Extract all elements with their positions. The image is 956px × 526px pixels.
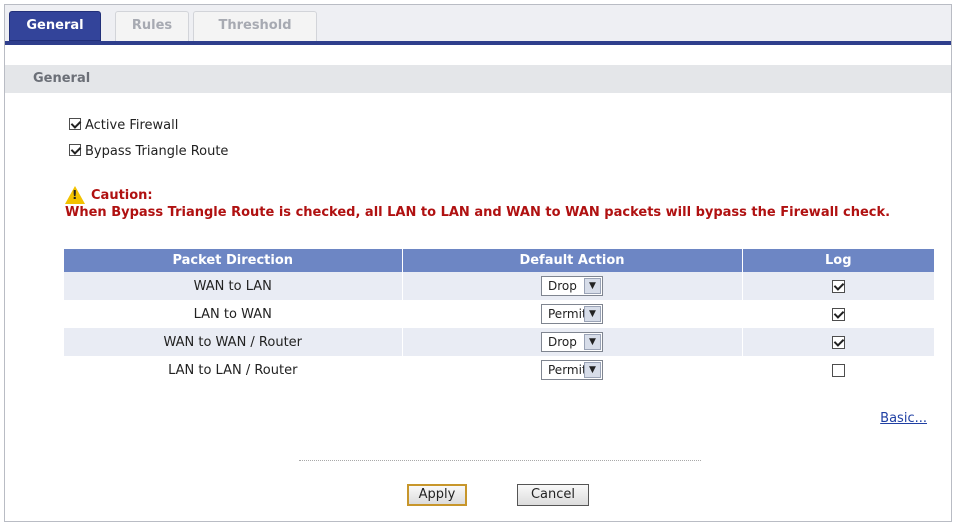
- direction-cell: LAN to WAN: [64, 300, 403, 328]
- active-firewall-option[interactable]: Active Firewall: [69, 117, 178, 135]
- default-action-select[interactable]: Permit ▼: [541, 304, 603, 324]
- basic-link[interactable]: Basic...: [880, 411, 927, 426]
- active-firewall-label: Active Firewall: [85, 118, 179, 133]
- warning-triangle-icon: !: [65, 186, 85, 204]
- apply-button[interactable]: Apply: [407, 484, 467, 506]
- default-action-select[interactable]: Drop ▼: [541, 332, 603, 352]
- select-value: Permit: [548, 363, 587, 377]
- select-value: Permit: [548, 307, 587, 321]
- chevron-down-icon[interactable]: ▼: [584, 362, 601, 378]
- divider: [299, 460, 701, 461]
- table-row: LAN to WAN Permit ▼: [64, 300, 934, 328]
- tab-rules[interactable]: Rules: [115, 11, 189, 41]
- default-action-select[interactable]: Permit ▼: [541, 360, 603, 380]
- tab-bar: General Rules Threshold: [5, 5, 951, 45]
- column-header-log: Log: [742, 249, 934, 272]
- log-checkbox[interactable]: [831, 279, 845, 293]
- section-title: General: [5, 65, 951, 93]
- log-checkbox[interactable]: [831, 307, 845, 321]
- table-row: WAN to WAN / Router Drop ▼: [64, 328, 934, 356]
- active-firewall-checkbox[interactable]: [69, 118, 81, 130]
- direction-cell: LAN to LAN / Router: [64, 356, 403, 384]
- packet-direction-table: Packet Direction Default Action Log WAN …: [64, 249, 934, 384]
- direction-cell: WAN to WAN / Router: [64, 328, 403, 356]
- log-checkbox[interactable]: [831, 363, 845, 377]
- chevron-down-icon[interactable]: ▼: [584, 334, 601, 350]
- caution-text: When Bypass Triangle Route is checked, a…: [65, 205, 891, 220]
- caution-title: Caution:: [91, 187, 153, 203]
- select-value: Drop: [548, 279, 577, 293]
- bypass-triangle-checkbox[interactable]: [69, 144, 81, 156]
- direction-cell: WAN to LAN: [64, 272, 403, 300]
- chevron-down-icon[interactable]: ▼: [584, 278, 601, 294]
- firewall-panel: General Rules Threshold General Active F…: [4, 4, 952, 522]
- bypass-triangle-option[interactable]: Bypass Triangle Route: [69, 143, 228, 161]
- log-checkbox[interactable]: [831, 335, 845, 349]
- table-row: WAN to LAN Drop ▼: [64, 272, 934, 300]
- bypass-triangle-label: Bypass Triangle Route: [85, 144, 229, 159]
- cancel-button[interactable]: Cancel: [517, 484, 589, 506]
- chevron-down-icon[interactable]: ▼: [584, 306, 601, 322]
- default-action-select[interactable]: Drop ▼: [541, 276, 603, 296]
- tab-threshold[interactable]: Threshold: [193, 11, 317, 41]
- caution-heading: ! Caution:: [65, 185, 153, 205]
- select-value: Drop: [548, 335, 577, 349]
- tab-general[interactable]: General: [9, 11, 101, 41]
- table-row: LAN to LAN / Router Permit ▼: [64, 356, 934, 384]
- column-header-action: Default Action: [402, 249, 743, 272]
- column-header-direction: Packet Direction: [64, 249, 403, 272]
